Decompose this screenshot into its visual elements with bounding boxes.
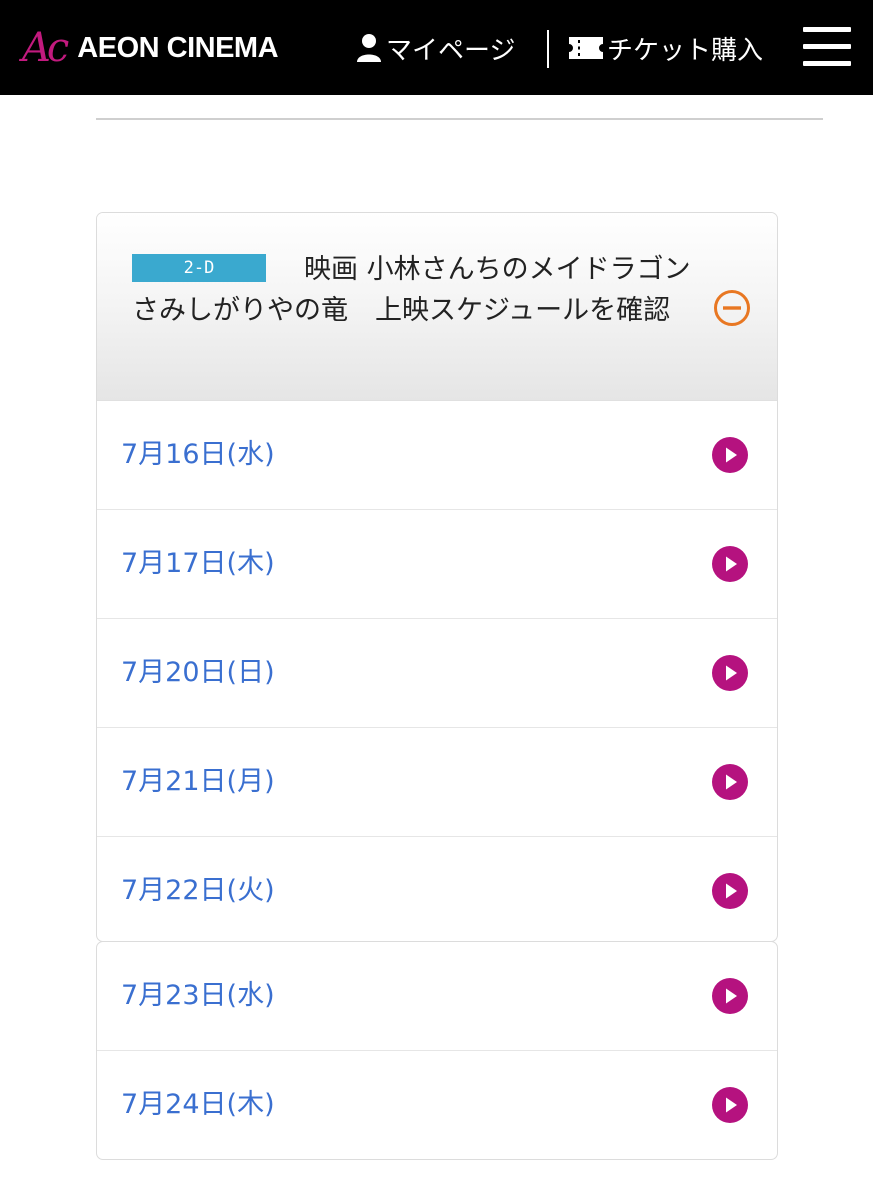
- nav-divider: [547, 30, 549, 68]
- minus-circle-icon[interactable]: [713, 289, 751, 327]
- play-icon: [712, 546, 748, 582]
- menu-icon[interactable]: [803, 27, 851, 67]
- schedule-accordion: 映画 小林さんちのメイドラゴン さみしがりやの竜 上映スケジュールを確認 2-D…: [96, 212, 778, 942]
- date-row[interactable]: 7月23日(水): [97, 942, 777, 1051]
- ticket-label: チケット購入: [607, 35, 764, 66]
- ticket-icon: [569, 37, 603, 59]
- date-row[interactable]: 7月22日(火): [97, 837, 777, 941]
- mypage-label: マイページ: [386, 35, 516, 66]
- date-row[interactable]: 7月16日(水): [97, 401, 777, 510]
- date-row[interactable]: 7月21日(月): [97, 728, 777, 837]
- aeon-cinema-logo[interactable]: Ac AEON CINEMA: [22, 22, 279, 74]
- date-row[interactable]: 7月17日(木): [97, 510, 777, 619]
- play-icon: [712, 437, 748, 473]
- section-divider: [96, 118, 823, 120]
- date-label: 7月20日(日): [121, 657, 275, 688]
- date-row[interactable]: 7月24日(木): [97, 1051, 777, 1159]
- logo-text: AEON CINEMA: [77, 31, 279, 64]
- site-header: Ac AEON CINEMA マイページ チケット購入: [0, 0, 873, 95]
- ticket-purchase-link[interactable]: チケット購入: [569, 28, 763, 68]
- more-dates-list: 7月23日(水) 7月24日(木): [96, 941, 778, 1160]
- date-label: 7月16日(水): [121, 439, 275, 470]
- play-icon: [712, 873, 748, 909]
- date-list: 7月16日(水) 7月17日(木) 7月20日(日) 7月21日(月) 7月22…: [97, 401, 777, 941]
- format-badge: 2-D: [132, 254, 266, 282]
- accordion-header[interactable]: 映画 小林さんちのメイドラゴン さみしがりやの竜 上映スケジュールを確認 2-D: [97, 213, 777, 401]
- date-label: 7月23日(水): [121, 980, 275, 1011]
- play-icon: [712, 764, 748, 800]
- date-row[interactable]: 7月20日(日): [97, 619, 777, 728]
- user-icon: [357, 34, 381, 62]
- play-icon: [712, 978, 748, 1014]
- date-label: 7月17日(木): [121, 548, 275, 579]
- date-label: 7月22日(火): [121, 875, 275, 906]
- logo-mark: Ac: [22, 25, 69, 71]
- play-icon: [712, 1087, 748, 1123]
- date-label: 7月21日(月): [121, 766, 275, 797]
- mypage-link[interactable]: マイページ: [356, 28, 515, 68]
- play-icon: [712, 655, 748, 691]
- date-label: 7月24日(木): [121, 1089, 275, 1120]
